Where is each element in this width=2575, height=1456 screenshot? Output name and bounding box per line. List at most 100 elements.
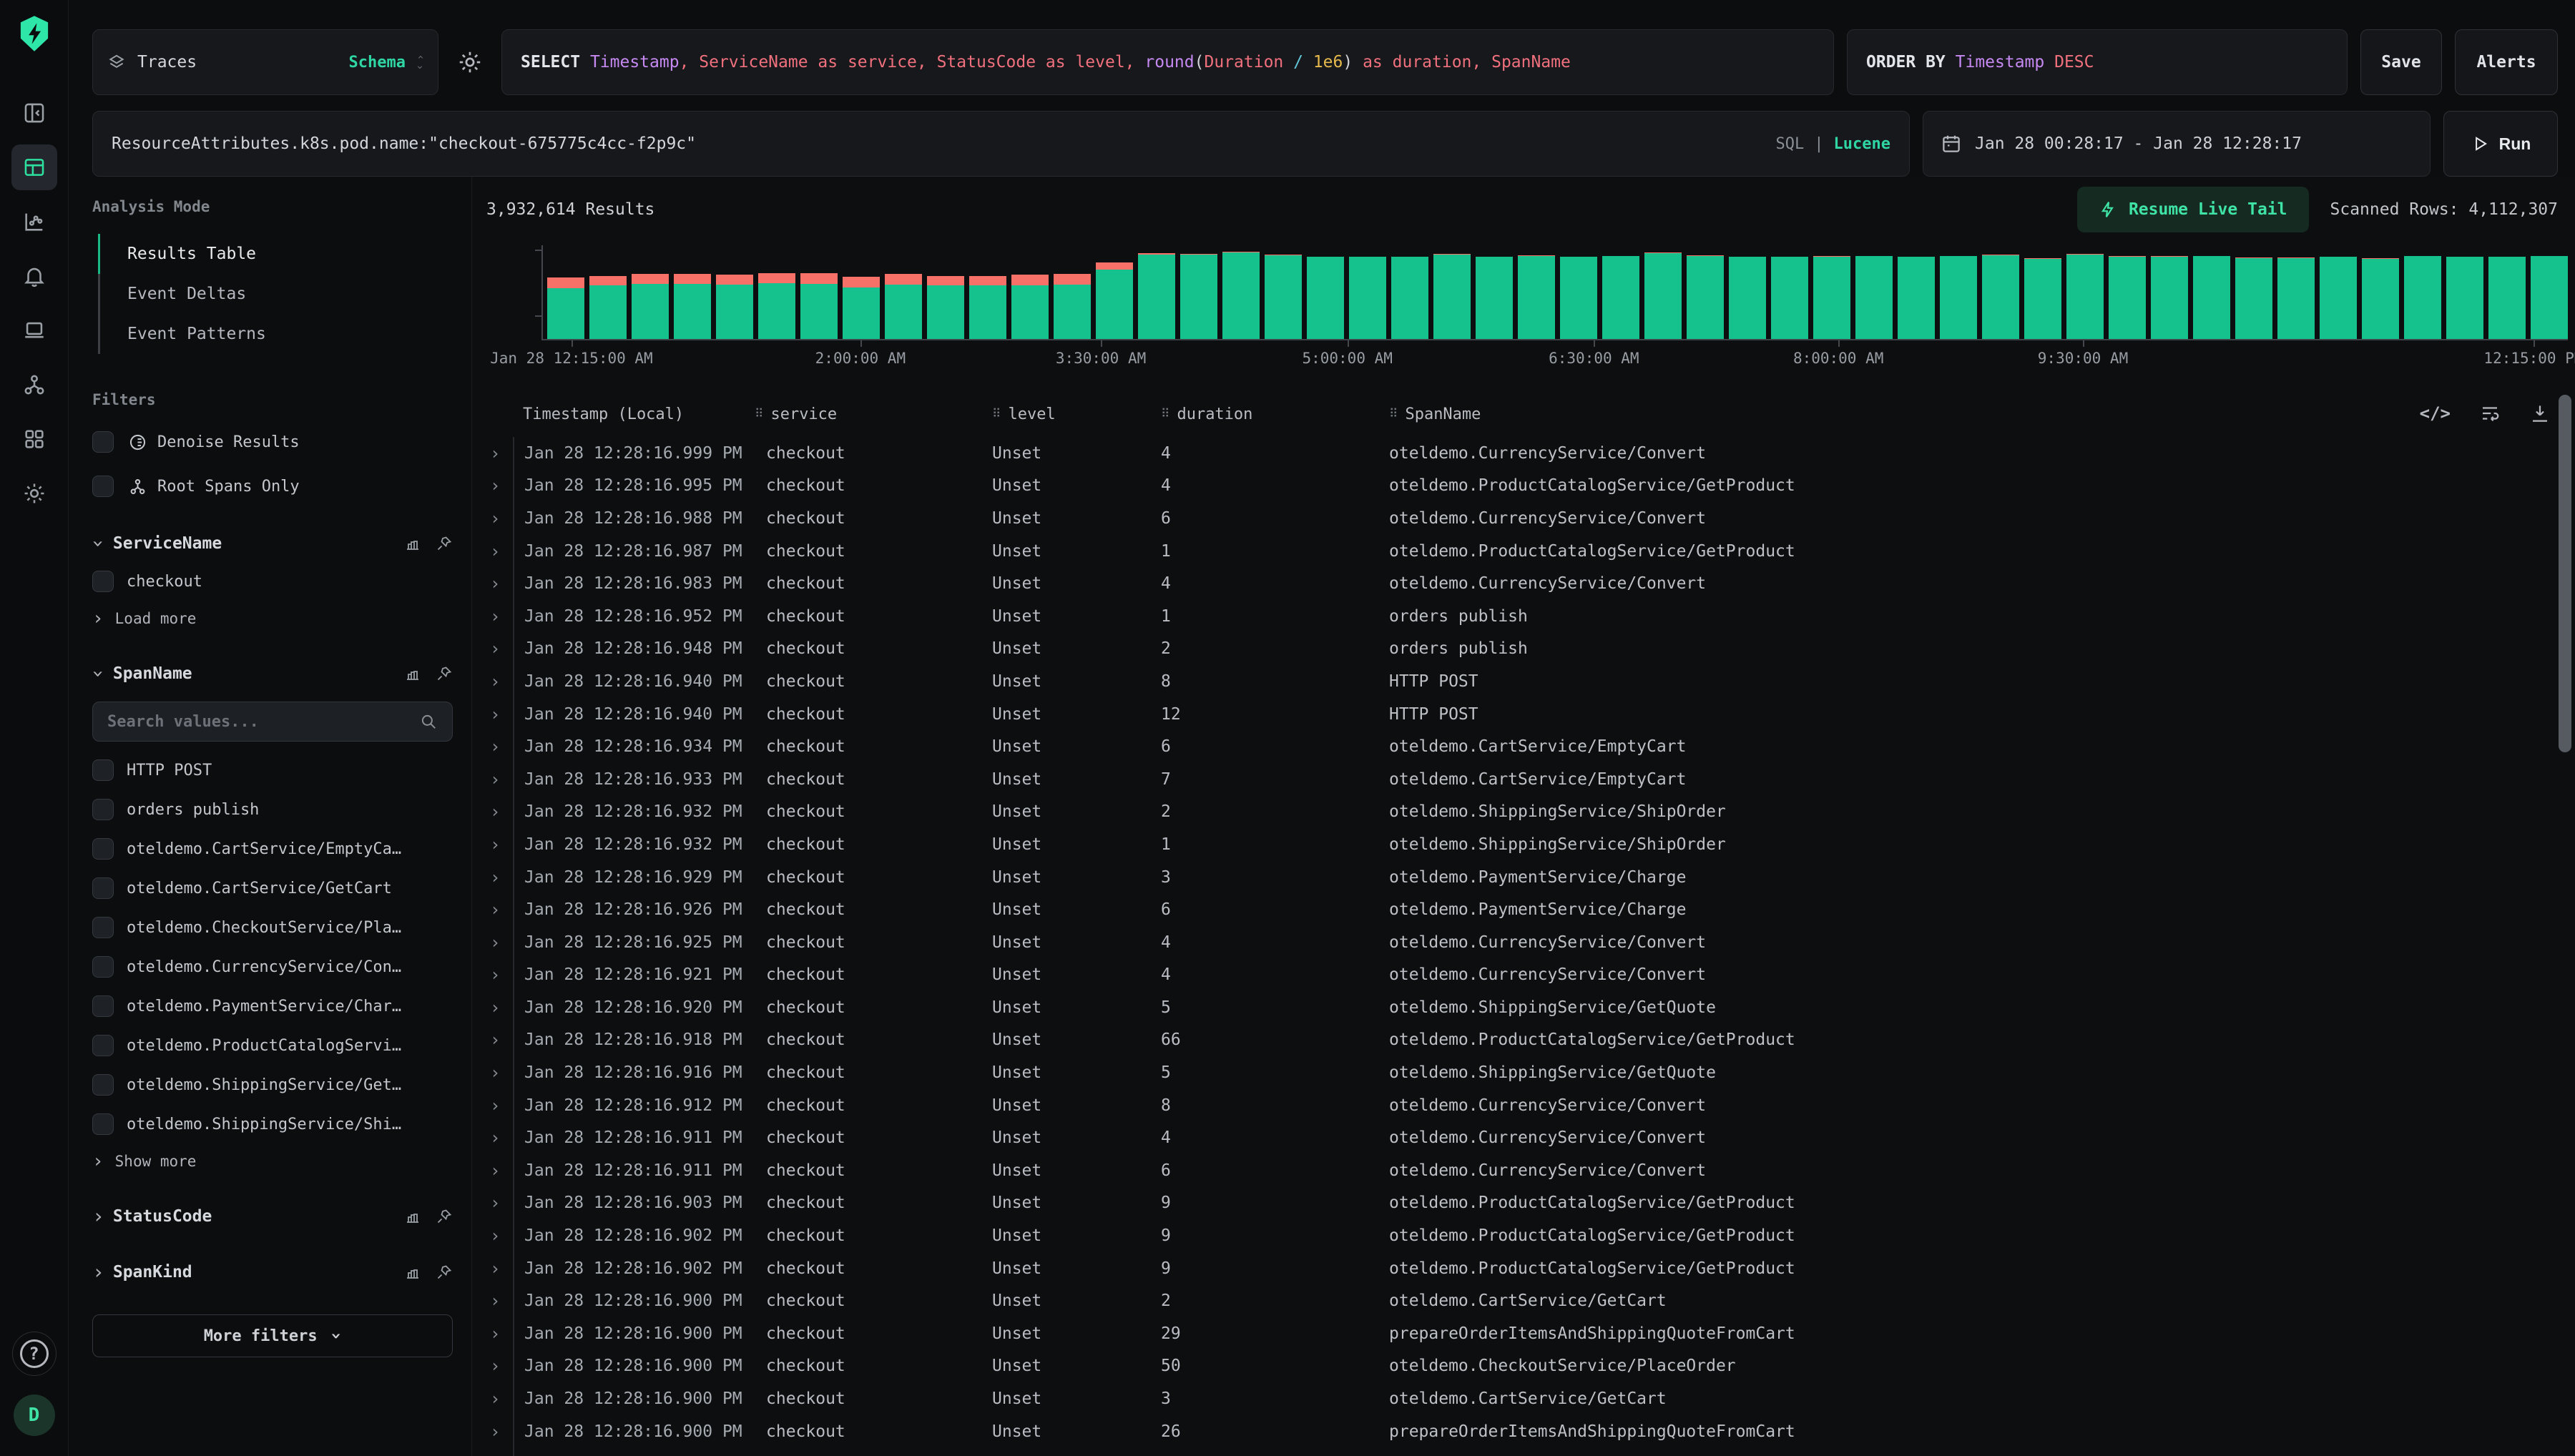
user-avatar[interactable]: D bbox=[14, 1394, 55, 1436]
chart-bar[interactable] bbox=[927, 276, 964, 339]
expand-chevron-icon[interactable]: › bbox=[472, 900, 513, 920]
dashboards-nav-icon[interactable] bbox=[11, 416, 57, 462]
expand-chevron-icon[interactable]: › bbox=[472, 1030, 513, 1050]
expand-chevron-icon[interactable]: › bbox=[472, 1128, 513, 1148]
table-row[interactable]: ›Jan 28 12:28:16.983 PMcheckoutUnset4ote… bbox=[472, 567, 2575, 600]
chart-bar[interactable] bbox=[1349, 257, 1386, 339]
filter-toggle-root-spans-only[interactable]: Root Spans Only bbox=[92, 476, 453, 497]
chart-bar[interactable] bbox=[1602, 256, 1639, 339]
table-row[interactable]: ›Jan 28 12:28:16.903 PMcheckoutUnset9ote… bbox=[472, 1187, 2575, 1220]
table-row[interactable]: ›Jan 28 12:28:16.932 PMcheckoutUnset2ote… bbox=[472, 796, 2575, 829]
wrap-lines-icon[interactable] bbox=[2479, 403, 2501, 424]
chart-bar[interactable] bbox=[1982, 255, 2019, 339]
column-header-duration[interactable]: ⠿duration bbox=[1161, 405, 1389, 423]
lang-lucene-option[interactable]: Lucene bbox=[1834, 135, 1890, 153]
chart-bar[interactable] bbox=[1307, 257, 1344, 339]
services-map-nav-icon[interactable] bbox=[11, 362, 57, 408]
chart-explorer-nav-icon[interactable] bbox=[11, 199, 57, 245]
analysis-mode-item-event-patterns[interactable]: Event Patterns bbox=[98, 314, 453, 354]
filter-toggle-denoise-results[interactable]: Denoise Results bbox=[92, 431, 453, 453]
help-icon[interactable]: ? bbox=[12, 1332, 57, 1376]
table-row[interactable]: ›Jan 28 12:28:16.902 PMcheckoutUnset9ote… bbox=[472, 1252, 2575, 1285]
chart-bar[interactable] bbox=[1940, 256, 1977, 339]
table-row[interactable]: ›Jan 28 12:28:16.948 PMcheckoutUnset2ord… bbox=[472, 633, 2575, 666]
facet-option[interactable]: oteldemo.CartService/EmptyCa… bbox=[92, 838, 453, 860]
expand-chevron-icon[interactable]: › bbox=[472, 476, 513, 496]
expand-chevron-icon[interactable]: › bbox=[472, 835, 513, 855]
expand-chevron-icon[interactable]: › bbox=[472, 672, 513, 692]
column-header-spanname[interactable]: ⠿SpanName bbox=[1389, 405, 2575, 423]
table-row[interactable]: ›Jan 28 12:28:16.999 PMcheckoutUnset4ote… bbox=[472, 437, 2575, 470]
expand-chevron-icon[interactable]: › bbox=[472, 574, 513, 594]
chart-bar[interactable] bbox=[1180, 254, 1217, 339]
chart-bar[interactable] bbox=[1771, 257, 1808, 339]
table-row[interactable]: ›Jan 28 12:28:16.916 PMcheckoutUnset5ote… bbox=[472, 1056, 2575, 1089]
search-nav-icon[interactable] bbox=[11, 144, 57, 190]
expand-chevron-icon[interactable]: › bbox=[472, 1063, 513, 1083]
table-row[interactable]: ›Jan 28 12:28:16.911 PMcheckoutUnset4ote… bbox=[472, 1121, 2575, 1154]
more-filters-button[interactable]: More filters › bbox=[92, 1314, 453, 1357]
drag-handle-icon[interactable]: ⠿ bbox=[992, 407, 1001, 421]
expand-chevron-icon[interactable]: › bbox=[472, 998, 513, 1018]
table-row[interactable]: ›Jan 28 12:28:16.940 PMcheckoutUnset12HT… bbox=[472, 698, 2575, 731]
chart-bar[interactable] bbox=[2362, 258, 2399, 339]
drag-handle-icon[interactable]: ⠿ bbox=[1161, 407, 1169, 421]
facet-option[interactable]: checkout bbox=[92, 571, 453, 592]
expand-chevron-icon[interactable]: › bbox=[472, 1422, 513, 1442]
table-row[interactable]: ›Jan 28 12:28:16.900 PMcheckoutUnset3ote… bbox=[472, 1382, 2575, 1415]
chart-bar[interactable] bbox=[674, 274, 711, 339]
chart-bar[interactable] bbox=[1222, 252, 1260, 339]
checkbox[interactable] bbox=[92, 1074, 114, 1096]
language-toggle[interactable]: SQL | Lucene bbox=[1776, 135, 1890, 153]
facet-servicename-label[interactable]: ServiceName bbox=[113, 534, 222, 553]
chart-bar[interactable] bbox=[1687, 255, 1724, 339]
download-icon[interactable] bbox=[2529, 403, 2551, 424]
table-row[interactable]: ›Jan 28 12:28:16.934 PMcheckoutUnset6ote… bbox=[472, 730, 2575, 763]
checkbox[interactable] bbox=[92, 1113, 114, 1135]
checkbox[interactable] bbox=[92, 431, 114, 453]
checkbox[interactable] bbox=[92, 476, 114, 497]
facet-search-input[interactable]: Search values... bbox=[92, 702, 453, 742]
chart-bar[interactable] bbox=[1644, 252, 1682, 339]
load-more-link[interactable]: › Load more bbox=[92, 610, 453, 627]
facet-pin-icon[interactable] bbox=[436, 535, 453, 552]
chart-bar[interactable] bbox=[2446, 257, 2483, 339]
sql-select-input[interactable]: SELECT Timestamp, ServiceName as service… bbox=[501, 29, 1834, 95]
expand-chevron-icon[interactable]: › bbox=[472, 508, 513, 528]
table-row[interactable]: ›Jan 28 12:28:16.912 PMcheckoutUnset8ote… bbox=[472, 1089, 2575, 1122]
chart-bar[interactable] bbox=[2488, 257, 2526, 339]
chart-bar[interactable] bbox=[800, 273, 838, 339]
checkbox[interactable] bbox=[92, 995, 114, 1017]
lang-sql-option[interactable]: SQL bbox=[1776, 135, 1805, 153]
table-row[interactable]: ›Jan 28 12:28:16.932 PMcheckoutUnset1ote… bbox=[472, 828, 2575, 861]
table-row[interactable]: ›Jan 28 12:28:16.918 PMcheckoutUnset66ot… bbox=[472, 1024, 2575, 1057]
table-row[interactable]: ›Jan 28 12:28:16.940 PMcheckoutUnset8HTT… bbox=[472, 665, 2575, 698]
chart-bar[interactable] bbox=[589, 276, 627, 339]
checkbox[interactable] bbox=[92, 571, 114, 592]
expand-chevron-icon[interactable]: › bbox=[472, 639, 513, 659]
table-row[interactable]: ›Jan 28 12:28:16.933 PMcheckoutUnset7ote… bbox=[472, 763, 2575, 796]
checkbox[interactable] bbox=[92, 838, 114, 860]
search-query-input[interactable]: ResourceAttributes.k8s.pod.name:"checkou… bbox=[92, 111, 1910, 177]
chevron-right-icon[interactable]: › bbox=[92, 1209, 104, 1224]
expand-chevron-icon[interactable]: › bbox=[472, 606, 513, 626]
chart-bar[interactable] bbox=[716, 275, 753, 339]
table-row[interactable]: ›Jan 28 12:28:16.900 PMcheckoutUnset29pr… bbox=[472, 1317, 2575, 1350]
chart-bar[interactable] bbox=[1518, 255, 1555, 339]
chart-bar[interactable] bbox=[1265, 255, 1302, 339]
facet-chart-icon[interactable] bbox=[404, 665, 421, 682]
table-row[interactable]: ›Jan 28 12:28:16.900 PMcheckoutUnset53ot… bbox=[472, 1447, 2575, 1456]
chart-bar[interactable] bbox=[1898, 257, 1935, 339]
table-row[interactable]: ›Jan 28 12:28:16.925 PMcheckoutUnset4ote… bbox=[472, 926, 2575, 959]
chart-bar[interactable] bbox=[2109, 256, 2146, 339]
expand-chevron-icon[interactable]: › bbox=[472, 769, 513, 790]
facet-icons[interactable] bbox=[404, 1208, 453, 1225]
chart-bar[interactable] bbox=[2024, 258, 2061, 339]
expand-chevron-icon[interactable]: › bbox=[472, 965, 513, 985]
chart-bar[interactable] bbox=[2404, 256, 2441, 339]
settings-gear-nav-icon[interactable] bbox=[11, 471, 57, 516]
chart-bar[interactable] bbox=[547, 277, 584, 339]
expand-chevron-icon[interactable]: › bbox=[472, 1259, 513, 1279]
expand-chevron-icon[interactable]: › bbox=[472, 1161, 513, 1181]
vertical-scrollbar[interactable] bbox=[2559, 395, 2571, 752]
